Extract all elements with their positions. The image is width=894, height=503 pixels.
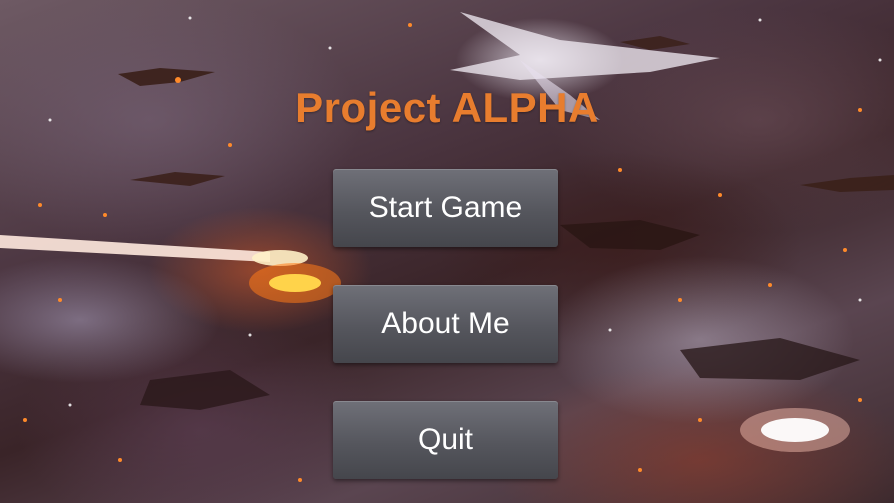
nebula-streak bbox=[450, 12, 720, 80]
starship bbox=[560, 220, 700, 250]
starship bbox=[680, 338, 860, 380]
starship bbox=[800, 175, 894, 192]
starship bbox=[140, 370, 270, 410]
explosion-core bbox=[269, 274, 321, 292]
main-menu-screen: Project ALPHA Start Game About Me Quit bbox=[0, 0, 894, 503]
game-title: Project ALPHA bbox=[295, 84, 599, 131]
laser-beam bbox=[0, 235, 270, 262]
starship bbox=[130, 172, 225, 186]
flare-core bbox=[761, 418, 829, 442]
quit-button[interactable]: Quit bbox=[333, 401, 558, 479]
starship bbox=[620, 36, 690, 50]
start-game-button[interactable]: Start Game bbox=[333, 169, 558, 247]
about-me-button[interactable]: About Me bbox=[333, 285, 558, 363]
